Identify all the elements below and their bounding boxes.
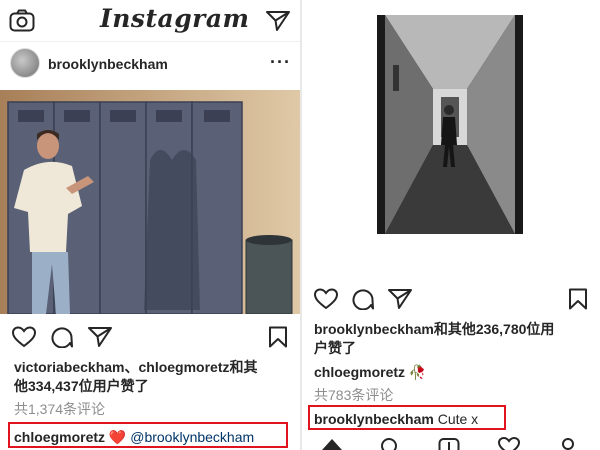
caption-username[interactable]: chloegmoretz: [314, 364, 405, 380]
post-photo[interactable]: [377, 15, 523, 234]
heart-icon[interactable]: [12, 326, 36, 348]
heart-icon[interactable]: [314, 288, 338, 310]
bookmark-icon[interactable]: [268, 326, 288, 348]
likes-text[interactable]: victoriabeckham、chloegmoretz和其 他334,437位…: [14, 358, 298, 396]
bookmark-icon[interactable]: [568, 288, 588, 310]
comment-icon[interactable]: [51, 326, 73, 348]
paper-plane-icon[interactable]: [388, 288, 412, 310]
likes-line-2: 户赞了: [314, 340, 356, 356]
camera-icon[interactable]: [9, 9, 35, 33]
paper-plane-icon[interactable]: [88, 326, 112, 348]
post-photo-image: [0, 90, 300, 314]
instagram-logo: Instagram: [100, 4, 250, 33]
bottom-nav: [302, 430, 600, 450]
view-comments-link[interactable]: 共1,374条评论: [14, 400, 105, 419]
likes-line-2: 他334,437位用户赞了: [14, 378, 149, 394]
post-photo[interactable]: [0, 90, 300, 314]
post-username[interactable]: brooklynbeckham: [48, 56, 168, 72]
post-header: brooklynbeckham ···: [0, 44, 300, 86]
likes-line-1: victoriabeckham、chloegmoretz和其: [14, 359, 258, 375]
home-icon[interactable]: [320, 436, 344, 450]
likes-line-1: brooklynbeckham和其他236,780位用: [314, 321, 555, 337]
more-icon[interactable]: ···: [270, 52, 291, 73]
highlight-box: [308, 405, 506, 430]
profile-icon[interactable]: [558, 436, 578, 450]
left-screenshot: Instagram brooklynbeckham ··· victoriabe…: [0, 0, 300, 450]
caption-row: chloegmoretz 🥀: [314, 363, 426, 382]
likes-text[interactable]: brooklynbeckham和其他236,780位用 户赞了: [314, 320, 598, 358]
post-actions: [10, 326, 290, 350]
comment-icon[interactable]: [352, 288, 374, 310]
right-screenshot: brooklynbeckham和其他236,780位用 户赞了 chloegmo…: [302, 0, 600, 450]
post-photo-image: [377, 15, 523, 234]
view-comments-link[interactable]: 共783条评论: [314, 386, 393, 405]
add-post-icon[interactable]: [438, 436, 460, 450]
avatar[interactable]: [10, 48, 40, 78]
top-bar: Instagram: [0, 0, 300, 42]
heart-icon[interactable]: [498, 436, 520, 450]
search-icon[interactable]: [380, 436, 400, 450]
rose-emoji: 🥀: [408, 364, 427, 380]
post-actions: [314, 288, 590, 312]
highlight-box: [8, 422, 288, 448]
paper-plane-icon[interactable]: [266, 10, 290, 32]
